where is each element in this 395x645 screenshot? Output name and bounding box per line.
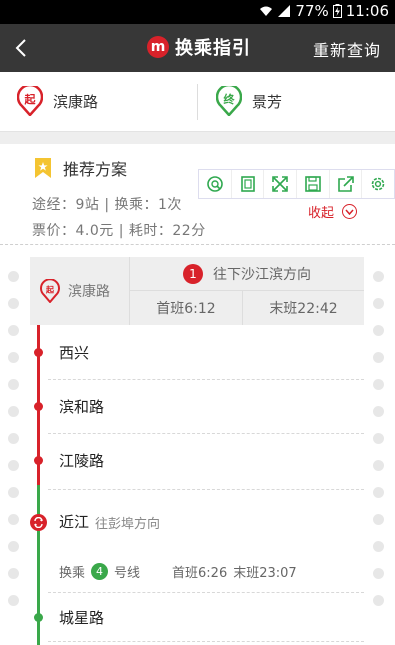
clipboard-icon [240, 176, 255, 192]
section-gap [0, 132, 395, 144]
transfer-station-name: 近江 [59, 513, 90, 531]
transfer-info: 换乘 4 号线 首班6:26 末班23:07 [59, 562, 297, 581]
status-bar: 77% 11:06 [0, 0, 395, 24]
end-station[interactable]: 终 景芳 [216, 86, 282, 116]
collapse-label: 收起 [308, 206, 335, 221]
line-direction: 1 往下沙江滨方向 [130, 257, 364, 291]
requery-button[interactable]: 重新查询 [313, 37, 381, 61]
line-4-badge: 4 [91, 563, 109, 580]
stop-divider [48, 379, 364, 380]
route-via-info: 途经：9站 | 换乘：1次 [32, 197, 182, 213]
bookmark-star-icon [35, 158, 51, 178]
toolbar-settings[interactable] [362, 170, 394, 198]
plan-header: 推荐方案 [35, 156, 127, 180]
stop-divider [48, 592, 364, 593]
collapse-button[interactable]: 收起 [308, 202, 358, 221]
end-station-name: 景芳 [252, 92, 283, 111]
transfer-first-train: 首班6:26 [172, 566, 228, 581]
station-divider [197, 84, 198, 120]
chevron-down-icon [342, 204, 358, 219]
transfer-icon [30, 514, 47, 531]
left-perforation [8, 271, 20, 622]
boarding-station: 起 滨康路 [30, 257, 130, 325]
share-icon [337, 176, 354, 192]
toolbar-clipboard[interactable] [232, 170, 265, 198]
stop-divider [48, 433, 364, 434]
toolbar-share[interactable] [330, 170, 363, 198]
stop-dot [34, 348, 43, 357]
transfer-direction: 往彭埠方向 [95, 517, 161, 532]
line-1-badge: 1 [183, 263, 203, 284]
stop-dot [34, 456, 43, 465]
transfer-last-train: 末班23:07 [233, 566, 297, 581]
stop-divider [48, 489, 364, 490]
signal-icon [278, 5, 291, 17]
stop-item: 城星路 [59, 609, 105, 627]
fullscreen-icon [272, 176, 288, 192]
boarding-station-name: 滨康路 [68, 284, 110, 300]
stop-item: 西兴 [59, 344, 90, 362]
last-train: 末班22:42 [269, 301, 338, 317]
metro-logo-icon: m [147, 36, 169, 58]
start-station[interactable]: 起 滨康路 [17, 86, 98, 116]
back-arrow-icon[interactable] [10, 36, 34, 60]
route-card: 推荐方案 途经：9站 | 换乘：1次 票价：4.0元 | 耗时：22分 收起 起… [0, 144, 395, 645]
start-pin-icon: 起 [17, 86, 43, 116]
stop-item: 滨和路 [59, 398, 105, 416]
start-station-name: 滨康路 [53, 92, 99, 111]
direction-text: 往下沙江滨方向 [213, 266, 311, 283]
map-toolbar [198, 169, 395, 199]
dashed-divider [0, 244, 395, 245]
clock: 11:06 [345, 2, 389, 20]
title-group: m 换乘指引 [147, 34, 251, 60]
start-pin-label: 起 [24, 92, 37, 106]
stop-item: 江陵路 [59, 452, 105, 470]
toolbar-search[interactable] [199, 170, 232, 198]
toolbar-save[interactable] [297, 170, 330, 198]
search-icon [207, 176, 223, 192]
start-pin-small-label: 起 [45, 285, 55, 295]
stop-dot [34, 613, 43, 622]
station-selector: 起 滨康路 终 景芳 [0, 72, 395, 132]
start-pin-small-icon: 起 [40, 279, 60, 303]
battery-percent: 77% [295, 2, 329, 20]
first-train: 首班6:12 [130, 291, 243, 325]
settings-icon [371, 177, 385, 191]
battery-icon [332, 4, 342, 18]
plan-title: 推荐方案 [63, 160, 128, 179]
end-pin-label: 终 [224, 92, 236, 106]
transfer-label-post: 号线 [114, 566, 141, 581]
save-icon [305, 176, 321, 192]
route-fare-info: 票价：4.0元 | 耗时：22分 [32, 223, 206, 239]
transfer-label-pre: 换乘 [59, 566, 86, 581]
stop-dot [34, 402, 43, 411]
page-title: 换乘指引 [175, 38, 251, 59]
app-bar: m 换乘指引 重新查询 [0, 24, 395, 72]
segment-header: 起 滨康路 1 往下沙江滨方向 首班6:12 末班22:42 [30, 257, 364, 325]
end-pin-icon: 终 [216, 86, 242, 116]
stop-divider [48, 641, 364, 642]
wifi-icon [260, 6, 273, 16]
right-perforation [373, 271, 385, 622]
toolbar-fullscreen[interactable] [264, 170, 298, 198]
